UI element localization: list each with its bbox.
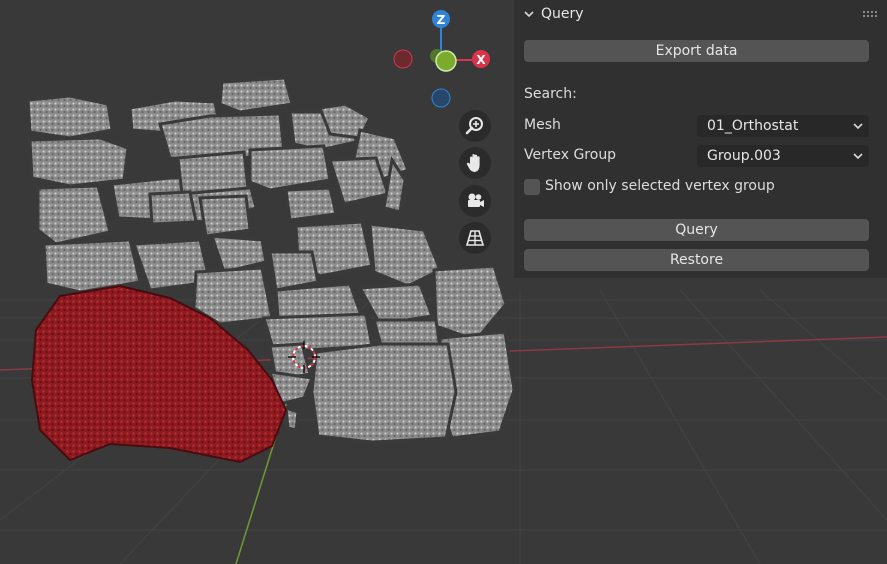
hand-icon (466, 154, 480, 172)
zoom-button[interactable] (459, 110, 491, 142)
gizmo-x-label: X (476, 53, 486, 67)
restore-button[interactable]: Restore (524, 249, 869, 271)
panel-title: Query (541, 6, 584, 22)
grid-icon (465, 230, 485, 246)
search-label: Search: (524, 86, 577, 102)
gizmo-y (435, 50, 457, 72)
gizmo-neg-x (393, 49, 413, 69)
mesh-value: 01_Orthostat (707, 118, 799, 134)
export-data-button[interactable]: Export data (524, 40, 869, 62)
camera-view-button[interactable] (459, 185, 491, 217)
gizmo-z-label: Z (437, 13, 446, 27)
chevron-down-icon (853, 123, 863, 130)
chevron-down-icon (853, 153, 863, 160)
query-panel: Query Export data Search: Mesh 01_Orthos… (514, 0, 887, 278)
show-selected-checkbox[interactable] (524, 179, 540, 195)
query-panel-header[interactable]: Query (514, 0, 887, 30)
vertex-group-value: Group.003 (707, 148, 781, 164)
vertex-group-dropdown[interactable]: Group.003 (697, 145, 869, 167)
zoom-icon (465, 117, 483, 135)
axis-gizmo: Z X (393, 10, 490, 108)
mesh-dropdown[interactable]: 01_Orthostat (697, 115, 869, 137)
query-button[interactable]: Query (524, 219, 869, 241)
mesh-label: Mesh (524, 117, 561, 133)
drag-grip-icon[interactable] (863, 10, 877, 18)
show-selected-label[interactable]: Show only selected vertex group (545, 178, 775, 194)
perspective-toggle-button[interactable] (459, 222, 491, 254)
vertex-group-label: Vertex Group (524, 147, 617, 163)
chevron-down-icon (524, 11, 534, 18)
gizmo-neg-z (431, 88, 451, 108)
pan-button[interactable] (459, 147, 491, 179)
camera-icon (468, 193, 484, 207)
